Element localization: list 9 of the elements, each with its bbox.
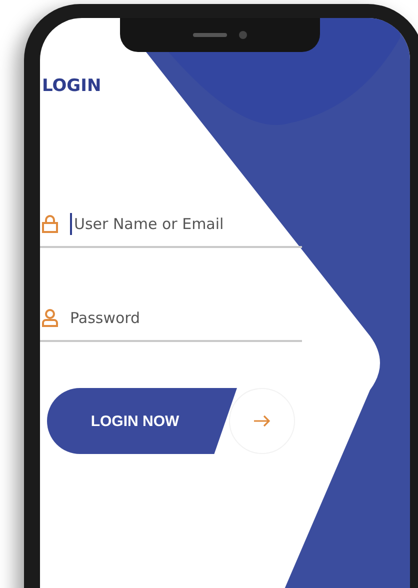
lock-icon (42, 215, 58, 233)
input-field[interactable]: Password (70, 309, 270, 327)
camera-icon (239, 31, 247, 39)
speaker-icon (193, 33, 227, 37)
person-icon (42, 309, 58, 327)
input-field[interactable]: User Name or Email (74, 215, 274, 233)
login-title: LOGIN (41, 76, 102, 96)
login-button[interactable]: LOGIN NOW (47, 388, 237, 454)
arrow-right-icon (253, 415, 271, 427)
